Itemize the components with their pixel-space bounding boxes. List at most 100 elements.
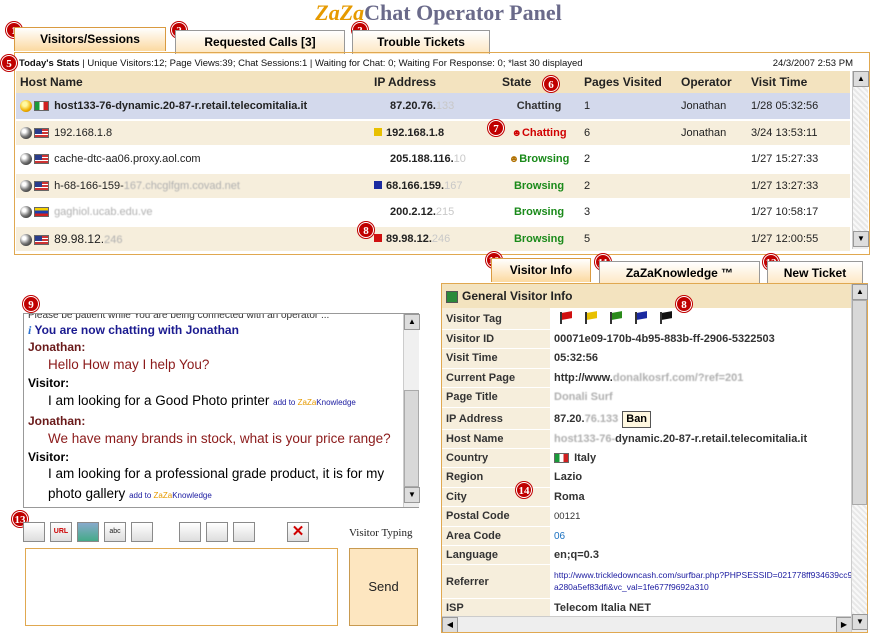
tab-visitors-sessions[interactable]: Visitors/Sessions [14, 27, 166, 51]
col-visit-time[interactable]: Visit Time [747, 71, 850, 93]
info-label: Page Title [442, 388, 550, 407]
drive-icon[interactable] [23, 522, 45, 542]
add-to-knowledge-link[interactable]: add to ZaZaKnowledge [129, 491, 212, 500]
green-tag-flag-icon[interactable] [610, 311, 624, 324]
black-tag-flag-icon[interactable] [660, 311, 674, 324]
image-icon[interactable] [77, 522, 99, 542]
info-value: 06 [554, 530, 566, 542]
col-state[interactable]: State [498, 71, 580, 93]
message-author: Visitor: [28, 450, 70, 464]
kb-prefix: add to [129, 491, 154, 500]
col-ip-address[interactable]: IP Address [370, 71, 498, 93]
scroll-left-button[interactable]: ◀ [442, 617, 458, 632]
info-hscrollbar[interactable]: ◀ ▶ [442, 616, 852, 632]
table-row[interactable]: 192.168.1.8 192.168.1.8 ☻Chatting 6 Jona… [16, 119, 850, 147]
info-row-page-title: Page Title Donali Surf [442, 388, 867, 408]
scroll-down-button[interactable]: ▼ [404, 487, 420, 503]
table-row[interactable]: h-68-166-159-167.chcglfgm.covad.net 68.1… [16, 172, 850, 200]
table-row[interactable]: cache-dtc-aa06.proxy.aol.com 205.188.116… [16, 146, 850, 174]
info-value: 00071e09-170b-4b95-883b-ff-2906-5322503 [554, 333, 775, 345]
info-message: i You are now chatting with Jonathan [24, 321, 418, 340]
table-row[interactable]: host133-76-dynamic.20-87-r.retail.teleco… [16, 93, 850, 121]
close-chat-icon[interactable]: ✕ [287, 522, 309, 542]
kb-prefix: add to [273, 398, 298, 407]
tab-zazaknowledge[interactable]: ZaZaKnowledge ™ [599, 261, 760, 285]
scroll-track[interactable] [852, 505, 867, 614]
venezuela-flag-icon [34, 207, 49, 218]
scroll-up-button[interactable]: ▲ [853, 71, 869, 87]
scroll-track[interactable] [458, 617, 836, 632]
scroll-right-button[interactable]: ▶ [836, 617, 852, 632]
info-row-language: Language en;q=0.3 [442, 545, 867, 566]
table-row[interactable]: 89.98.12.246 89.98.12.246 Browsing 5 1/2… [16, 225, 850, 253]
print-icon[interactable] [233, 522, 255, 542]
col-pages-visited[interactable]: Pages Visited [580, 71, 677, 93]
spellcheck-icon[interactable]: abc [104, 522, 126, 542]
yellow-tag-flag-icon[interactable] [585, 311, 599, 324]
info-label: Postal Code [442, 507, 550, 526]
host-masked: 246 [104, 233, 123, 246]
info-label: ISP [442, 599, 550, 618]
tab-new-ticket[interactable]: New Ticket [767, 261, 863, 285]
info-label: IP Address [442, 407, 550, 429]
send-button[interactable]: Send [349, 548, 418, 626]
chat-scrollbar[interactable]: ▲ ▼ [403, 314, 420, 507]
referrer-link[interactable]: http://www.trickledowncash.com/surfbar.p… [550, 565, 867, 598]
host-name: 89.98.12. [54, 231, 105, 246]
operator-cell [677, 146, 747, 174]
tab-requested-calls[interactable]: Requested Calls [3] [175, 30, 345, 54]
ip-address: 192.168.1.8 [386, 126, 445, 139]
scroll-up-button[interactable]: ▲ [404, 314, 420, 330]
red-tag-flag-icon[interactable] [560, 311, 574, 324]
state-cell: ☻Browsing [498, 146, 580, 174]
info-value-text: 87.20. [554, 412, 585, 425]
operator-cell: Jonathan [677, 93, 747, 121]
chat-transcript[interactable]: Please be patient while You are being co… [23, 313, 419, 508]
info-value-masked: host133-76- [554, 432, 616, 445]
ip-masked: 133 [435, 99, 455, 112]
tab-visitor-info[interactable]: Visitor Info [491, 258, 591, 282]
pages-cell: 6 [580, 119, 677, 147]
info-label: Country [442, 448, 550, 468]
ban-button[interactable]: Ban [622, 410, 652, 428]
tab-trouble-tickets[interactable]: Trouble Tickets [352, 30, 490, 54]
note-icon[interactable] [179, 522, 201, 542]
message-input[interactable] [25, 548, 338, 626]
scroll-thumb[interactable] [852, 300, 867, 505]
pages-cell: 3 [580, 199, 677, 227]
pages-cell: 2 [580, 146, 677, 174]
info-refresh-icon[interactable] [446, 290, 458, 303]
message-text: We have many brands in stock, what is yo… [48, 431, 391, 446]
col-host-name[interactable]: Host Name [16, 71, 370, 93]
kb-suffix: Knowledge [316, 398, 356, 407]
table-row[interactable]: gaghiol.ucab.edu.ve 200.2.12.215 Browsin… [16, 199, 850, 227]
table-scrollbar[interactable]: ▲ ▼ [852, 71, 869, 249]
message-body: I am looking for a Good Photo printer [48, 393, 270, 408]
scroll-track[interactable] [404, 330, 419, 390]
url-icon[interactable]: URL [50, 522, 72, 542]
col-operator[interactable]: Operator [677, 71, 747, 93]
status-dot-icon [20, 206, 32, 219]
scroll-down-button[interactable]: ▼ [852, 614, 868, 630]
host-name: 192.168.1.8 [54, 126, 113, 139]
info-row-postal-code: Postal Code 00121 [442, 507, 867, 527]
blue-tag-flag-icon [374, 180, 382, 189]
add-to-knowledge-link[interactable]: add to ZaZaKnowledge [273, 398, 356, 407]
transfer-icon[interactable] [131, 522, 153, 542]
ip-address: 205.188.116. [390, 153, 454, 166]
visitor-info-title: General Visitor Info [462, 289, 573, 303]
scroll-track[interactable] [853, 87, 868, 231]
scroll-down-button[interactable]: ▼ [853, 231, 869, 247]
info-vscrollbar[interactable]: ▲ ▼ [851, 284, 868, 632]
time-cell: 1/28 05:32:56 [747, 93, 850, 121]
scroll-thumb[interactable] [404, 390, 419, 487]
info-value: 00121 [554, 511, 581, 523]
italy-flag-icon [554, 453, 569, 464]
info-row-visit-time: Visit Time 05:32:56 [442, 349, 867, 369]
copy-icon[interactable] [206, 522, 228, 542]
scroll-up-button[interactable]: ▲ [852, 284, 868, 300]
operator-cell [677, 199, 747, 227]
info-row-current-page: Current Page http://www.donalkosrf.com/?r… [442, 368, 867, 389]
blue-tag-flag-icon[interactable] [635, 311, 649, 324]
info-value: Roma [554, 490, 585, 503]
